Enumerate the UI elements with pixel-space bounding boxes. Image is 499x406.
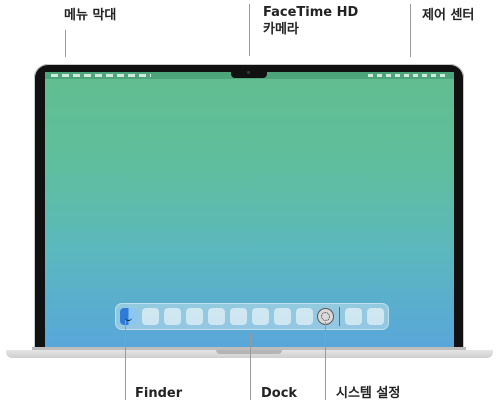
dock-app-icon[interactable] xyxy=(142,308,159,325)
menu-bar-items[interactable] xyxy=(51,74,151,77)
dock-app-icon[interactable] xyxy=(208,308,225,325)
dock-app-icon[interactable] xyxy=(296,308,313,325)
facetime-camera-label-line2: 카메라 xyxy=(263,22,299,37)
dock-app-icon[interactable] xyxy=(186,308,203,325)
dock-app-icon[interactable] xyxy=(274,308,291,325)
facetime-camera-label-line1: FaceTime HD xyxy=(263,5,359,20)
finder-label: Finder xyxy=(135,386,183,401)
system-settings-label: 시스템 설정 xyxy=(336,386,401,401)
dock-app-icon[interactable] xyxy=(230,308,247,325)
control-center-leader-line xyxy=(410,4,411,57)
dock-app-icon[interactable] xyxy=(252,308,269,325)
dock-app-icon[interactable] xyxy=(367,308,384,325)
dock-separator xyxy=(339,307,340,326)
finder-leader-line xyxy=(125,320,126,400)
camera-leader-line xyxy=(249,4,250,56)
dock xyxy=(115,303,389,330)
dock-app-icon[interactable] xyxy=(345,308,362,325)
dock-app-icon[interactable] xyxy=(164,308,181,325)
finder-icon[interactable] xyxy=(120,308,137,325)
dock-label: Dock xyxy=(261,386,298,401)
menubar-leader-line xyxy=(65,30,66,57)
menubar-label: 메뉴 막대 xyxy=(64,8,117,23)
system-settings-leader-line xyxy=(325,322,326,400)
laptop-thumb-notch xyxy=(216,350,282,354)
menu-bar-status-icons[interactable] xyxy=(368,74,448,77)
facetime-camera-label: FaceTime HD 카메라 xyxy=(263,4,358,38)
control-center-label: 제어 센터 xyxy=(422,8,475,23)
camera-lens-icon xyxy=(247,71,250,74)
dock-leader-line xyxy=(250,333,251,400)
camera-notch xyxy=(231,68,267,78)
